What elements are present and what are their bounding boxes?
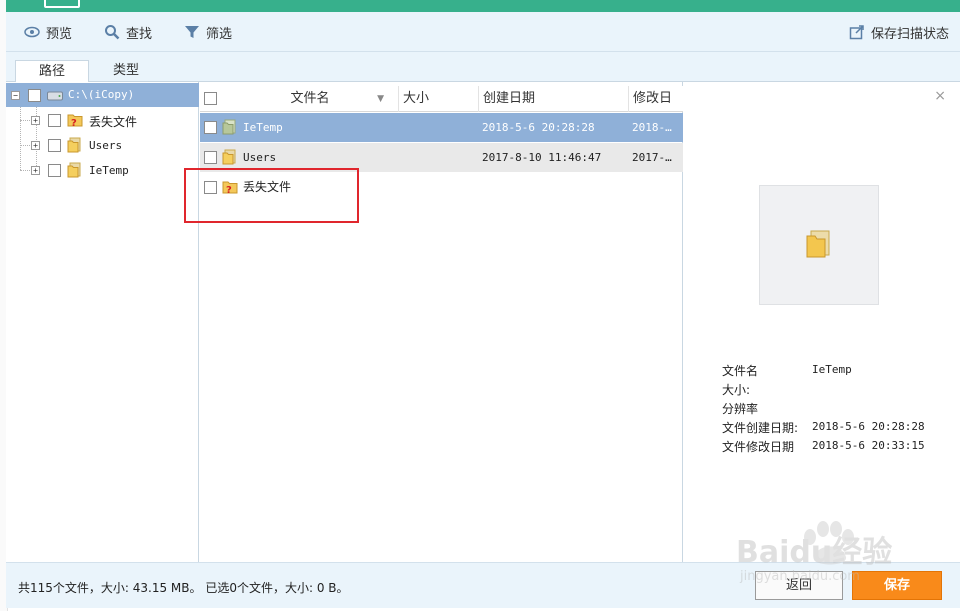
folder-icon [222,149,238,168]
preview-button[interactable]: 预览 [24,12,72,52]
column-header-name[interactable]: 文件名 ▼ [222,86,399,112]
file-list-header: 文件名 ▼ 大小 创建日期 修改日期 [200,86,683,132]
file-name: IeTemp [243,121,283,134]
search-icon [104,24,120,40]
collapse-icon[interactable]: − [11,91,20,100]
file-size [402,113,476,142]
expand-icon[interactable]: + [31,116,40,125]
preview-thumbnail [759,185,879,305]
status-bar: 共115个文件，大小: 43.15 MB。 已选0个文件，大小: 0 B。 返回… [6,562,960,608]
title-bar [6,0,960,12]
tree-item-label: IeTemp [89,164,129,177]
folder-icon [67,137,83,156]
export-icon [849,24,865,40]
filter-label: 筛选 [206,26,233,42]
folder-icon [805,229,833,262]
tree-item-users[interactable]: + Users [6,133,199,157]
file-size [402,143,476,172]
preview-pane: × 文件名 IeTemp 大小: 分辨率 文件创建日期: 2018-5-6 20… [684,82,960,562]
info-row-modified: 文件修改日期 2018-5-6 20:33:15 [722,439,925,454]
folder-tree: − C:\(iCopy) + ? 丢失文件 + Users + IeTemp [6,82,199,562]
checkbox[interactable] [204,121,217,134]
back-button[interactable]: 返回 [755,571,843,600]
file-modified [632,173,680,202]
file-created: 2018-5-6 20:28:28 [482,121,595,134]
file-size [402,173,476,202]
checkbox[interactable] [48,139,61,152]
tree-item-label: 丢失文件 [89,115,138,129]
expand-icon[interactable]: + [31,166,40,175]
tree-item-ietemp[interactable]: + IeTemp [6,158,199,182]
save-button[interactable]: 保存 [852,571,942,600]
save-scan-state-button[interactable]: 保存扫描状态 [849,12,949,52]
file-info: 文件名 IeTemp 大小: 分辨率 文件创建日期: 2018-5-6 20:2… [722,362,952,457]
close-icon[interactable]: × [934,88,946,104]
view-tabs: 路径 类型 [6,52,960,83]
file-created [482,173,627,202]
drive-icon [47,90,63,104]
file-created: 2017-8-10 11:46:47 [482,151,602,164]
info-row-name: 文件名 IeTemp [722,363,852,378]
file-modified: 2018-… [632,121,672,134]
select-all-checkbox[interactable] [204,92,217,105]
column-header-created[interactable]: 创建日期 [479,86,629,112]
filter-button[interactable]: 筛选 [184,12,232,52]
tree-item-label: C:\(iCopy) [68,88,135,101]
toolbar: 预览 查找 筛选 保存扫描状态 [6,12,960,52]
folder-icon [67,162,83,181]
status-summary: 共115个文件，大小: 43.15 MB。 已选0个文件，大小: 0 B。 [18,581,349,595]
eye-icon [24,26,40,38]
checkbox[interactable] [48,114,61,127]
tree-item-drive[interactable]: − C:\(iCopy) [6,83,199,107]
tree-item-label: Users [89,139,123,152]
search-button[interactable]: 查找 [104,12,152,52]
annotation-highlight-box [184,168,359,223]
table-row[interactable]: IeTemp 2018-5-6 20:28:28 2018-… [200,113,683,142]
checkbox[interactable] [28,89,41,102]
tree-item-lost-files[interactable]: + ? 丢失文件 [6,108,199,132]
info-row-created: 文件创建日期: 2018-5-6 20:28:28 [722,420,925,435]
sort-arrow-icon: ▼ [377,94,384,104]
column-header-modified[interactable]: 修改日期 [629,86,683,132]
svg-text:?: ? [71,118,77,128]
funnel-icon [184,24,200,40]
file-modified: 2017-… [632,151,672,164]
expand-icon[interactable]: + [31,141,40,150]
checkbox[interactable] [204,151,217,164]
lost-folder-icon: ? [67,112,83,131]
tab-path[interactable]: 路径 [15,60,89,83]
preview-label: 预览 [46,26,73,42]
column-header-size[interactable]: 大小 [399,86,479,112]
checkbox[interactable] [48,164,61,177]
search-label: 查找 [126,26,153,42]
folder-icon [222,119,238,138]
title-tab-outline [44,0,80,8]
file-list: 文件名 ▼ 大小 创建日期 修改日期 IeTemp 2018-5-6 20:28… [200,82,683,562]
info-row-size: 大小: [722,383,751,397]
save-scan-state-label: 保存扫描状态 [871,26,950,42]
info-row-resolution: 分辨率 [722,402,759,416]
tab-type[interactable]: 类型 [89,60,163,83]
